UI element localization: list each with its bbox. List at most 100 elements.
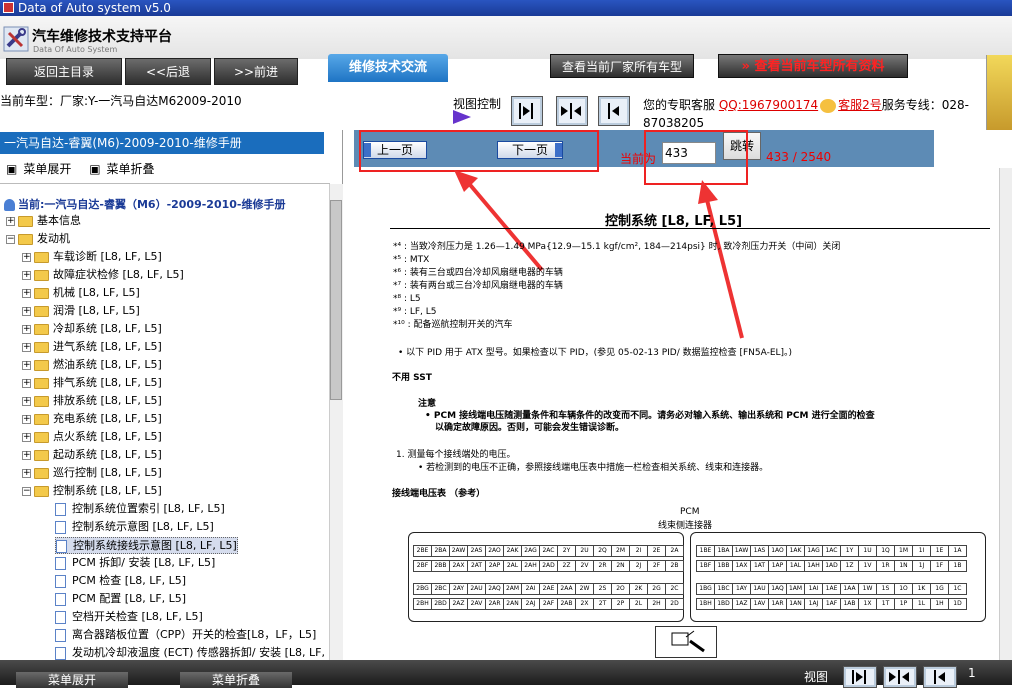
tree-item[interactable]: PCM 检查 [L8, LF, L5] <box>55 573 186 590</box>
tree-item[interactable]: + 故障症状检修 [L8, LF, L5] <box>22 267 184 284</box>
connector-pin: 2BA <box>431 545 450 557</box>
connector-pin: 1AJ <box>804 598 823 610</box>
collapse-minus-icon[interactable]: − <box>6 234 15 244</box>
connector-pin: 1AK <box>786 545 805 557</box>
tree-item[interactable]: + 冷却系统 [L8, LF, L5] <box>22 321 162 338</box>
expand-plus-icon[interactable]: + <box>22 414 31 424</box>
forward-button[interactable]: >>前进 <box>214 58 298 85</box>
view-left-pane-button[interactable] <box>598 96 630 126</box>
connector-pin: 2X <box>575 598 594 610</box>
connector-pin: 1AS <box>750 545 769 557</box>
tree-item[interactable]: + 进气系统 [L8, LF, L5] <box>22 339 162 356</box>
tech-forum-tab[interactable]: 维修技术交流 <box>328 54 448 82</box>
collapse-minus-icon[interactable]: − <box>22 486 31 496</box>
footer-menu-collapse-button[interactable]: 菜单折叠 <box>180 672 292 688</box>
connector-pin: 1AF <box>822 598 841 610</box>
sidebar-scroll-thumb[interactable] <box>330 200 342 400</box>
split-view-icon <box>889 670 909 684</box>
tree-item[interactable]: 空档开关检查 [L8, LF, L5] <box>55 609 203 626</box>
app-subtitle: Data Of Auto System <box>33 45 118 54</box>
tree-item[interactable]: 控制系统示意图 [L8, LF, L5] <box>55 519 214 536</box>
connector-pin: 1BE <box>696 545 715 557</box>
tree-item[interactable]: + 排放系统 [L8, LF, L5] <box>22 393 162 410</box>
current-location-icon <box>4 199 15 211</box>
expand-plus-icon[interactable]: + <box>22 360 31 370</box>
tree-item[interactable]: 离合器踏板位置（CPP）开关的检查[L8，LF，L5] <box>55 627 316 644</box>
connector-pin: 2AV <box>467 598 486 610</box>
tree-item[interactable]: + 机械 [L8, LF, L5] <box>22 285 140 302</box>
menu-expand-link[interactable]: 菜单展开 <box>23 162 71 176</box>
tree-item[interactable]: PCM 配置 [L8, LF, L5] <box>55 591 186 608</box>
expand-plus-icon[interactable]: + <box>22 252 31 262</box>
connector-pin: 1BH <box>696 598 715 610</box>
view-split-button[interactable] <box>556 96 588 126</box>
tree-item[interactable]: 控制系统位置索引 [L8, LF, L5] <box>55 501 225 518</box>
connector-pin: 1A <box>948 545 967 557</box>
back-button[interactable]: <<后退 <box>125 58 211 85</box>
tree-item[interactable]: + 燃油系统 [L8, LF, L5] <box>22 357 162 374</box>
connector-pin: 1BG <box>696 583 715 595</box>
connector-pin: 1AB <box>840 598 859 610</box>
connector-pin: 2AE <box>539 583 558 595</box>
connector-pin: 1N <box>894 560 913 572</box>
tree-item[interactable]: + 润滑 [L8, LF, L5] <box>22 303 140 320</box>
connector-pin: 2O <box>611 583 630 595</box>
expand-plus-icon[interactable]: + <box>22 468 31 478</box>
connector-pin: 1L <box>912 598 931 610</box>
tree-item[interactable]: + 点火系统 [L8, LF, L5] <box>22 429 162 446</box>
factory-models-button[interactable]: 查看当前厂家所有车型 <box>550 54 694 78</box>
connector-pin: 2AW <box>449 545 468 557</box>
tree-item[interactable]: + 车载诊断 [L8, LF, L5] <box>22 249 162 266</box>
connector-pin: 1V <box>858 560 877 572</box>
folder-icon <box>34 431 49 443</box>
connector-pin: 2BH <box>413 598 432 610</box>
tree-item[interactable]: PCM 拆卸/ 安装 [L8, LF, L5] <box>55 555 215 572</box>
tree-item[interactable]: − 发动机 <box>6 231 70 248</box>
connector-pin: 2J <box>629 560 648 572</box>
expand-plus-icon[interactable]: + <box>22 432 31 442</box>
connector-pin: 2A <box>665 545 684 557</box>
expand-plus-icon[interactable]: + <box>22 270 31 280</box>
qq-link[interactable]: QQ:1967900174 <box>719 98 818 112</box>
folder-icon <box>34 449 49 461</box>
expand-plus-icon[interactable]: + <box>22 450 31 460</box>
tree-item-selected[interactable]: 控制系统接线示意图 [L8, LF, L5] <box>55 537 238 554</box>
connector-pin: 1AZ <box>732 598 751 610</box>
connector-pin: 1AX <box>732 560 751 572</box>
expand-plus-icon[interactable]: + <box>22 342 31 352</box>
view-arrow-icon <box>453 110 471 124</box>
tree-item[interactable]: + 排气系统 [L8, LF, L5] <box>22 375 162 392</box>
tree-item[interactable]: + 基本信息 <box>6 213 81 230</box>
expand-plus-icon[interactable]: + <box>22 288 31 298</box>
customer-service-info: 您的专职客服 QQ:1967900174 客服2号服务专线：028- 870382… <box>643 96 986 132</box>
tree-item[interactable]: − 控制系统 [L8, LF, L5] <box>22 483 162 500</box>
folder-icon <box>34 323 49 335</box>
folder-icon <box>34 287 49 299</box>
connector-pin: 2BD <box>431 598 450 610</box>
expand-plus-icon[interactable]: + <box>6 216 15 226</box>
folder-open-icon <box>18 233 33 245</box>
doc-title: 控制系统 [L8, LF, L5] <box>605 214 743 229</box>
all-model-info-button[interactable]: » 查看当前车型所有资料 <box>718 54 908 78</box>
home-button[interactable]: 返回主目录 <box>6 58 122 85</box>
document-scrollbar[interactable] <box>999 168 1012 660</box>
expand-plus-icon[interactable]: + <box>22 378 31 388</box>
document-icon <box>55 502 66 516</box>
menu-collapse-link[interactable]: 菜单折叠 <box>107 162 155 176</box>
tree-item[interactable]: + 巡行控制 [L8, LF, L5] <box>22 465 162 482</box>
view-right-pane-button[interactable] <box>511 96 543 126</box>
expand-plus-icon[interactable]: + <box>22 396 31 406</box>
folder-icon <box>18 215 33 227</box>
connector-pin: 2AC <box>539 545 558 557</box>
tree-root[interactable]: 当前:一汽马自达-睿翼（M6）-2009-2010-维修手册 <box>4 196 286 212</box>
connector-pin: 1D <box>948 598 967 610</box>
footer-menu-expand-button[interactable]: 菜单展开 <box>16 672 128 688</box>
expand-plus-icon[interactable]: + <box>22 324 31 334</box>
tree-item-label: 控制系统接线示意图 [L8, LF, L5] <box>73 539 237 552</box>
connector-pin: 1AD <box>822 560 841 572</box>
expand-plus-icon[interactable]: + <box>22 306 31 316</box>
service2-link[interactable]: 客服2号 <box>838 98 882 112</box>
tree-item[interactable]: + 充电系统 [L8, LF, L5] <box>22 411 162 428</box>
tree-item[interactable]: + 起动系统 [L8, LF, L5] <box>22 447 162 464</box>
diagram-title: PCM <box>680 507 700 517</box>
